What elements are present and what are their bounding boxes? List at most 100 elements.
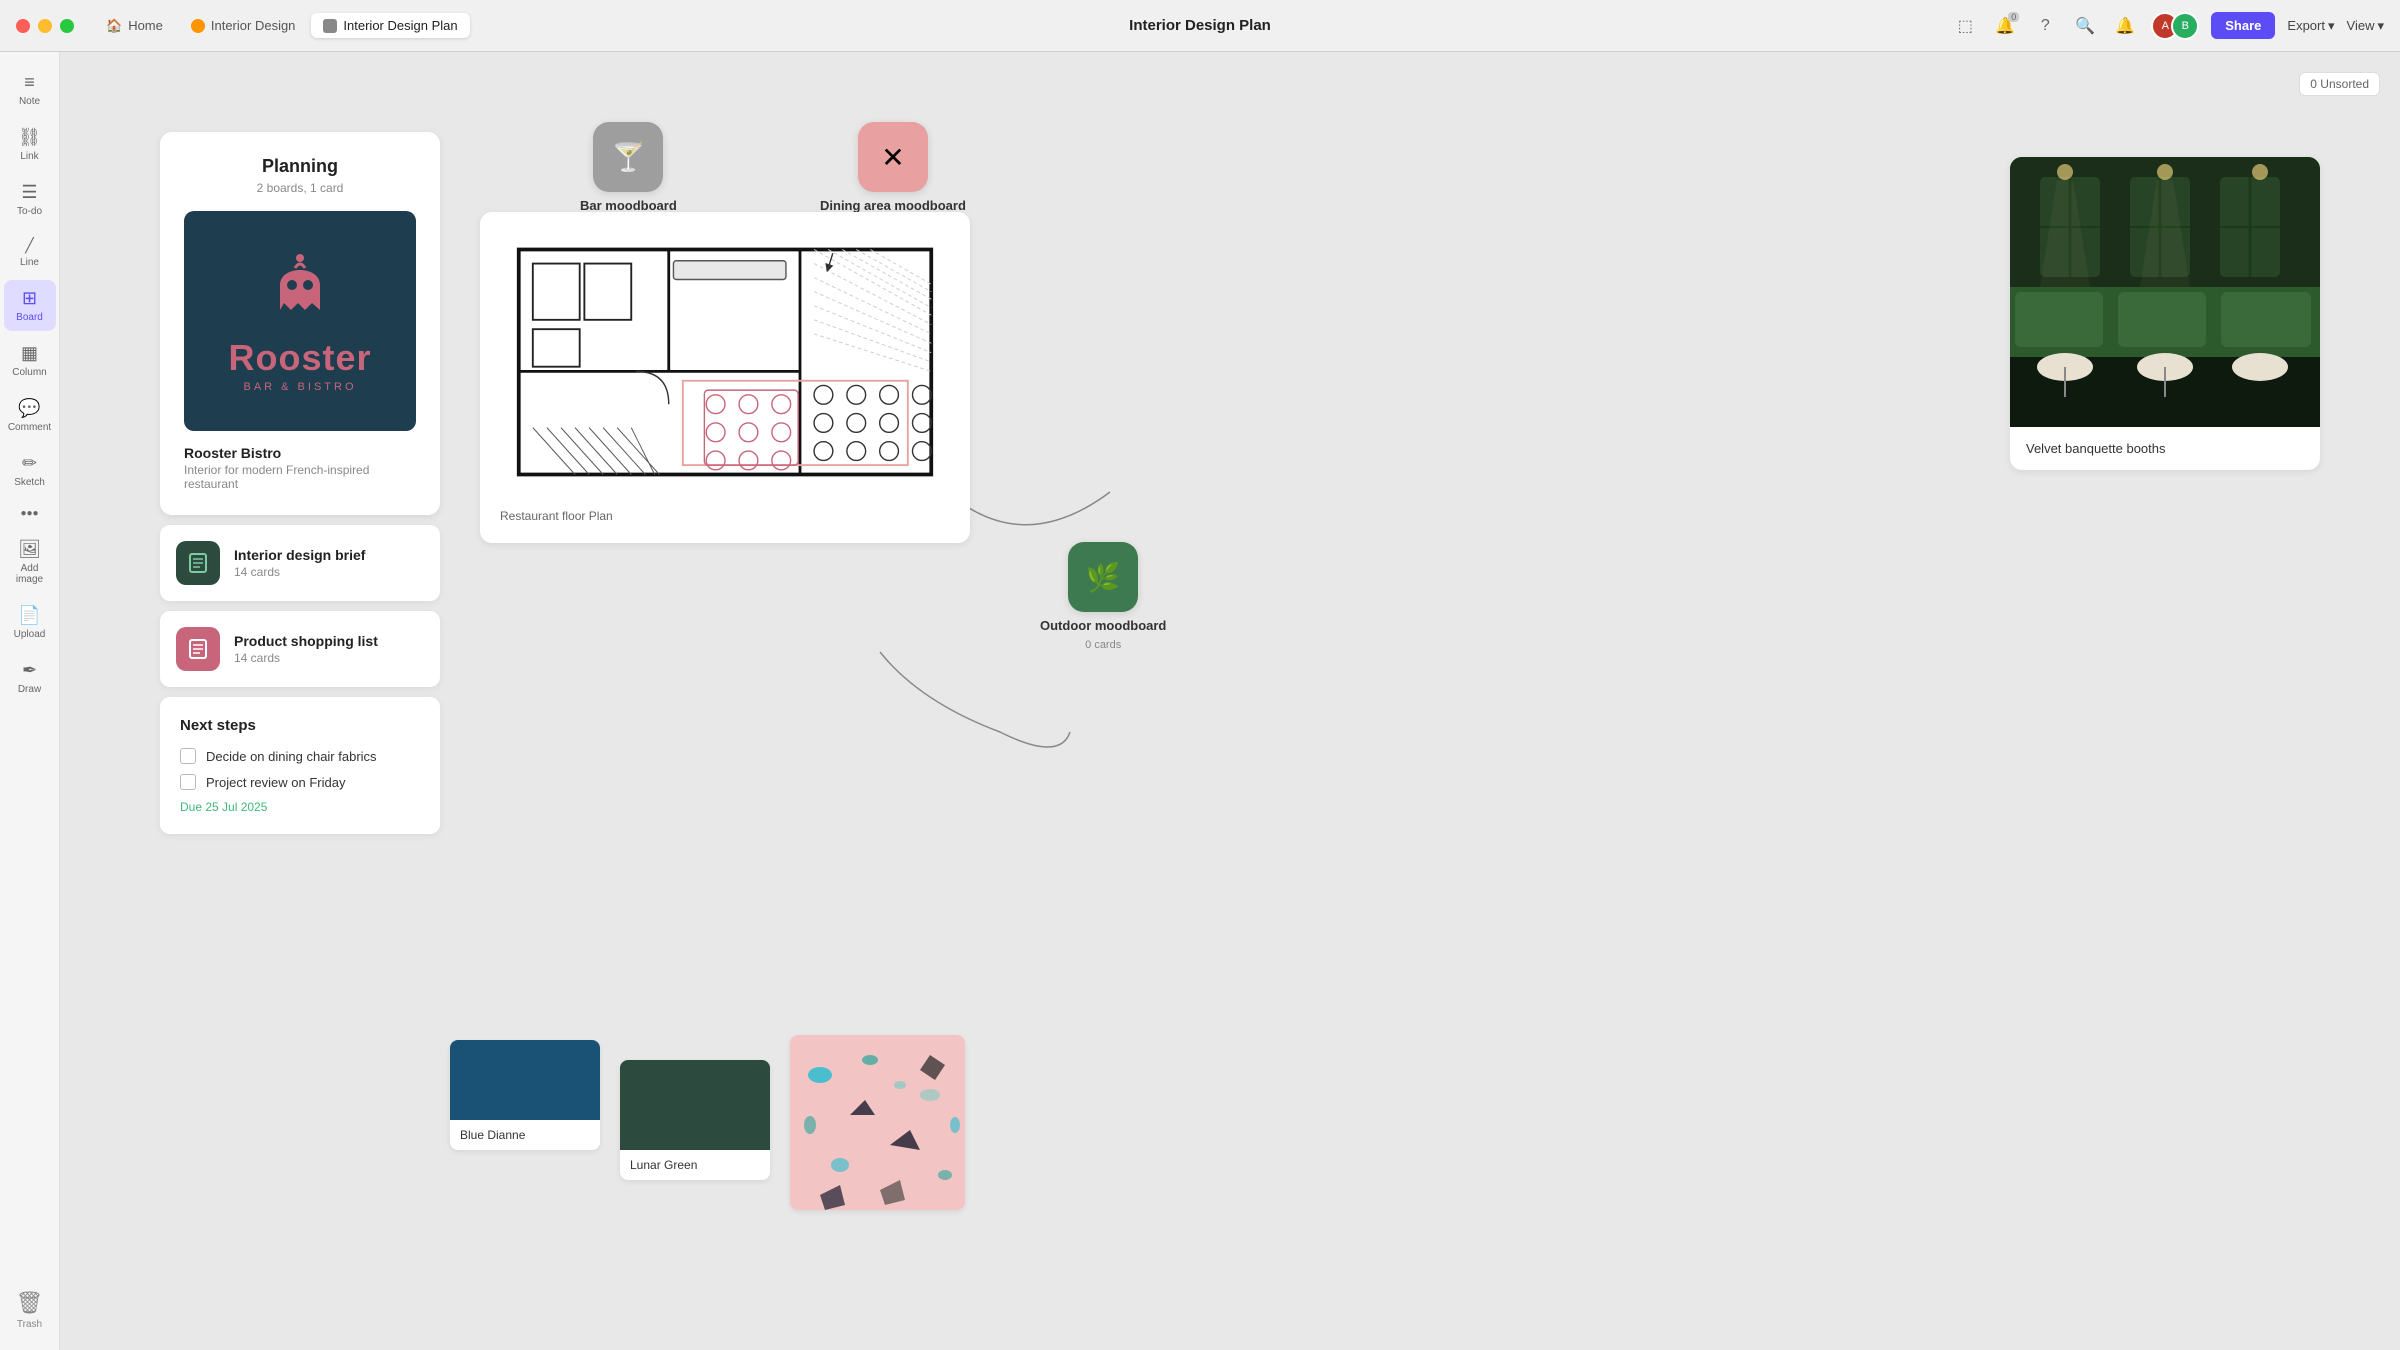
- sidebar: ≡ Note ⛓ Link ☰ To-do ╱ Line ⊞ Board ▦ C…: [0, 52, 60, 1350]
- sidebar-item-add-image[interactable]: 🖼 Add image: [4, 531, 56, 593]
- titlebar-actions: ⬚ 🔔 0 ? 🔍 🔔 A B Share Export▾ View▾: [1951, 12, 2384, 40]
- sidebar-item-more[interactable]: ●●●: [4, 500, 56, 527]
- planning-card[interactable]: Planning 2 boards, 1 card: [160, 132, 440, 515]
- sidebar-label-column: Column: [12, 367, 46, 378]
- unsorted-badge[interactable]: 0 Unsorted: [2299, 72, 2380, 96]
- brief-count: 14 cards: [234, 565, 365, 579]
- due-date: Due 25 Jul 2025: [180, 800, 420, 814]
- rooster-brand-sub: BAR & BISTRO: [228, 381, 371, 393]
- tab-interior[interactable]: Interior Design: [179, 13, 308, 38]
- sidebar-label-board: Board: [16, 312, 43, 323]
- minimize-button[interactable]: [38, 19, 52, 33]
- sidebar-item-trash[interactable]: 🗑 Trash: [10, 1282, 50, 1338]
- badge-icon[interactable]: 🔔 0: [1991, 12, 2019, 40]
- planning-subtitle: 2 boards, 1 card: [184, 181, 416, 195]
- view-button[interactable]: View▾: [2347, 18, 2384, 34]
- rooster-brand-name: Rooster: [228, 337, 371, 379]
- bar-moodboard-icon: 🍸: [593, 122, 663, 192]
- brief-icon: [176, 541, 220, 585]
- swatch-terrazzo: [790, 1035, 965, 1210]
- rooster-bistro-desc: Interior for modern French-inspired rest…: [184, 463, 416, 491]
- sidebar-item-upload[interactable]: 📄 Upload: [4, 597, 56, 648]
- rooster-info: Rooster Bistro Interior for modern Frenc…: [184, 431, 416, 491]
- swatch-blue: Blue Dianne: [450, 1040, 600, 1150]
- sketch-icon: ✏: [22, 453, 37, 474]
- velvet-interior-svg: [2010, 157, 2320, 427]
- floor-plan-svg: [500, 232, 950, 492]
- velvet-card[interactable]: Velvet banquette booths: [2010, 157, 2320, 470]
- outdoor-moodboard-node[interactable]: 🌿 Outdoor moodboard 0 cards: [1040, 542, 1166, 651]
- export-button[interactable]: Export▾: [2287, 18, 2334, 34]
- tab-bar: 🏠 Home Interior Design Interior Design P…: [94, 13, 470, 39]
- notification-icon[interactable]: 🔔: [2111, 12, 2139, 40]
- add-image-icon: 🖼: [18, 539, 41, 560]
- sidebar-item-note[interactable]: ≡ Note: [4, 64, 56, 115]
- brief-text: Interior design brief 14 cards: [234, 547, 365, 579]
- shopping-title: Product shopping list: [234, 633, 378, 649]
- search-icon[interactable]: 🔍: [2071, 12, 2099, 40]
- task-item-2[interactable]: Project review on Friday: [180, 774, 420, 790]
- shopping-list-card[interactable]: Product shopping list 14 cards: [160, 611, 440, 687]
- sidebar-item-board[interactable]: ⊞ Board: [4, 280, 56, 331]
- share-button[interactable]: Share: [2211, 12, 2275, 39]
- line-icon: ╱: [25, 237, 33, 254]
- planning-title: Planning: [184, 156, 416, 177]
- sidebar-item-link[interactable]: ⛓ Link: [4, 119, 56, 170]
- sidebar-item-sketch[interactable]: ✏ Sketch: [4, 445, 56, 496]
- sidebar-item-column[interactable]: ▦ Column: [4, 335, 56, 386]
- sidebar-item-comment[interactable]: 💬 Comment: [4, 390, 56, 441]
- device-icon[interactable]: ⬚: [1951, 12, 1979, 40]
- next-steps-title: Next steps: [180, 717, 420, 734]
- swatch-blue-color: [450, 1040, 600, 1120]
- sidebar-item-todo[interactable]: ☰ To-do: [4, 174, 56, 225]
- draw-icon: ✒: [22, 660, 37, 681]
- sidebar-label-todo: To-do: [17, 206, 42, 217]
- plan-tab-icon: [323, 19, 337, 33]
- planning-group: Planning 2 boards, 1 card: [160, 132, 440, 834]
- canvas: 0 Unsorted Planning 2 boards, 1 card: [60, 52, 2400, 1350]
- sidebar-label-upload: Upload: [14, 629, 46, 640]
- floor-plan-label: Restaurant floor Plan: [500, 509, 950, 523]
- swatch-green-color: [620, 1060, 770, 1150]
- swatch-blue-card[interactable]: Blue Dianne: [450, 1040, 600, 1150]
- next-steps-card: Next steps Decide on dining chair fabric…: [160, 697, 440, 834]
- task-checkbox-1[interactable]: [180, 748, 196, 764]
- board-icon: ⊞: [22, 288, 37, 309]
- velvet-label: Velvet banquette booths: [2010, 427, 2320, 470]
- rooster-ghost-icon: [228, 250, 371, 333]
- task-checkbox-2[interactable]: [180, 774, 196, 790]
- swatch-blue-name: Blue Dianne: [450, 1120, 600, 1150]
- dining-moodboard-title: Dining area moodboard: [820, 198, 966, 213]
- link-icon: ⛓: [18, 127, 41, 148]
- tab-plan[interactable]: Interior Design Plan: [311, 13, 469, 38]
- interior-tab-icon: [191, 19, 205, 33]
- terrazzo-svg: [790, 1035, 965, 1210]
- page-title: Interior Design Plan: [1129, 17, 1271, 34]
- task-label-2: Project review on Friday: [206, 775, 345, 790]
- tab-home[interactable]: 🏠 Home: [94, 13, 175, 39]
- rooster-card[interactable]: Rooster BAR & BISTRO: [184, 211, 416, 431]
- sidebar-label-sketch: Sketch: [14, 477, 45, 488]
- todo-icon: ☰: [21, 182, 37, 203]
- shopping-icon: [176, 627, 220, 671]
- avatar-group: A B: [2151, 12, 2199, 40]
- comment-icon: 💬: [18, 398, 40, 419]
- note-icon: ≡: [24, 72, 35, 93]
- sidebar-item-line[interactable]: ╱ Line: [4, 229, 56, 276]
- task-item-1[interactable]: Decide on dining chair fabrics: [180, 748, 420, 764]
- outdoor-moodboard-title: Outdoor moodboard: [1040, 618, 1166, 633]
- brief-title: Interior design brief: [234, 547, 365, 563]
- sidebar-item-draw[interactable]: ✒ Draw: [4, 652, 56, 703]
- floor-plan-card[interactable]: Restaurant floor Plan: [480, 212, 970, 543]
- close-button[interactable]: [16, 19, 30, 33]
- swatch-terrazzo-container: [790, 1035, 965, 1210]
- interior-brief-card[interactable]: Interior design brief 14 cards: [160, 525, 440, 601]
- swatch-terrazzo-card[interactable]: [790, 1035, 965, 1210]
- maximize-button[interactable]: [60, 19, 74, 33]
- swatch-green-name: Lunar Green: [620, 1150, 770, 1180]
- traffic-lights: [16, 19, 74, 33]
- swatch-green-card[interactable]: Lunar Green: [620, 1060, 770, 1180]
- swatch-green: Lunar Green: [620, 1060, 770, 1180]
- upload-icon: 📄: [18, 605, 40, 626]
- help-icon[interactable]: ?: [2031, 12, 2059, 40]
